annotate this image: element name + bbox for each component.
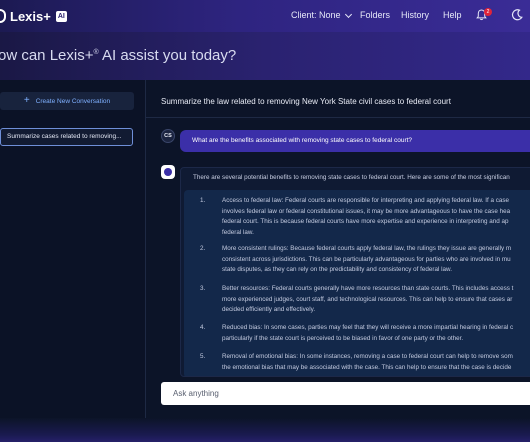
- response-list: 1. Access to federal law: Federal courts…: [184, 190, 530, 376]
- nav-help[interactable]: Help: [443, 10, 462, 20]
- list-item-line: Reduced bias: In some cases, parties may…: [222, 324, 514, 331]
- ai-badge: AI: [55, 10, 67, 22]
- list-item-line: involves federal law or federal constitu…: [222, 207, 511, 215]
- conversation-item[interactable]: Summarize cases related to removing...: [0, 128, 133, 146]
- list-item-line: federal law.: [222, 228, 254, 236]
- list-item-line: particularly if the state court is perce…: [222, 334, 464, 342]
- logo-mark-icon: [0, 9, 6, 23]
- page-title-part-2: AI assist you today?: [98, 47, 237, 64]
- list-item-line: Better resources: Federal courts general…: [222, 285, 514, 292]
- plus-icon: +: [23, 95, 30, 106]
- user-avatar: CS: [161, 129, 175, 143]
- brand-name: Lexis+: [10, 8, 51, 24]
- nav-folders[interactable]: Folders: [360, 10, 390, 20]
- ask-anything-input[interactable]: [161, 382, 530, 405]
- list-item-line: federal court. This is because federal c…: [222, 218, 509, 226]
- chevron-down-icon: [344, 10, 352, 18]
- bottom-gradient: [0, 418, 530, 442]
- moon-icon[interactable]: [510, 8, 524, 22]
- list-item-number: 2.: [200, 245, 206, 252]
- list-item-line: the emotional bias that may be associate…: [222, 363, 512, 371]
- assistant-avatar-icon: [161, 165, 175, 179]
- divider: [146, 117, 530, 118]
- page-title: ow can Lexis+® AI assist you today?: [0, 47, 236, 64]
- list-item-line: consistent across jurisdictions. This ca…: [222, 255, 511, 263]
- list-item-number: 3.: [200, 285, 206, 292]
- response-intro: There are several potential benefits to …: [193, 174, 510, 181]
- notification-badge: 2: [484, 8, 492, 16]
- list-item-line: state disputes, as they can rely on the …: [222, 266, 452, 274]
- create-new-conversation-button[interactable]: + Create New Conversation: [0, 92, 134, 110]
- assistant-avatar-mark: [164, 168, 172, 176]
- create-new-conversation-label: Create New Conversation: [35, 97, 111, 105]
- list-item-number: 1.: [200, 197, 206, 204]
- assistant-response: There are several potential benefits to …: [180, 167, 530, 377]
- list-item-text: Reduced bias: In some cases, parties may…: [222, 323, 513, 344]
- list-item-line: decided efficiently and effectively.: [222, 306, 316, 314]
- list-item-number: 5.: [200, 353, 206, 360]
- client-selector[interactable]: Client: None: [291, 10, 352, 20]
- list-item-text: Access to federal law: Federal courts ar…: [222, 196, 510, 238]
- list-item-text: Better resources: Federal courts general…: [222, 284, 513, 316]
- brand-logo[interactable]: Lexis+ AI: [0, 8, 67, 24]
- list-item-line: Access to federal law: Federal courts ar…: [222, 197, 510, 204]
- conversation-title: Summarize the law related to removing Ne…: [161, 97, 451, 106]
- list-item-number: 4.: [200, 324, 206, 331]
- list-item-text: Removal of emotional bias: In some insta…: [222, 352, 513, 373]
- nav-history[interactable]: History: [401, 10, 429, 20]
- list-item-line: More consistent rulings: Because federal…: [222, 245, 512, 252]
- user-message: What are the benefits associated with re…: [180, 130, 530, 152]
- page-title-part-1: ow can Lexis+: [0, 47, 94, 64]
- list-item-line: more experienced judges, court staff, an…: [222, 295, 513, 303]
- list-item-line: Removal of emotional bias: In some insta…: [222, 353, 513, 360]
- list-item-text: More consistent rulings: Because federal…: [222, 244, 511, 276]
- client-selector-label: Client: None: [291, 10, 341, 20]
